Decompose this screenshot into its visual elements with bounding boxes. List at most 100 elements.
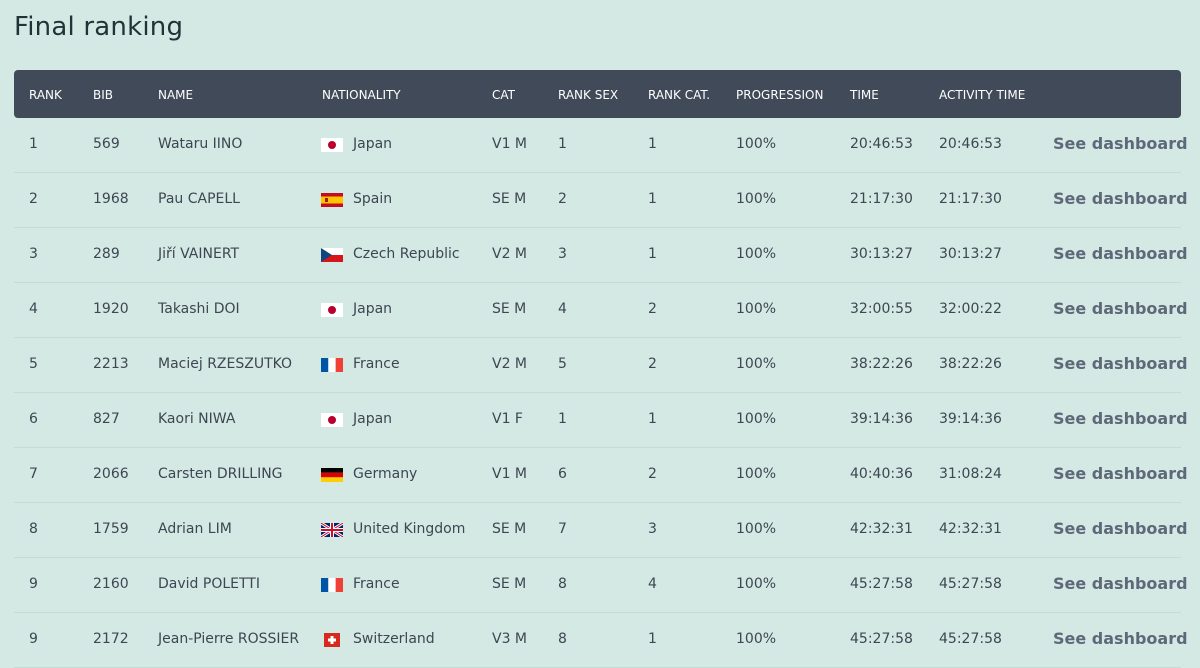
progression-cell: 100% [736,301,777,317]
ranking-table: RANK BIB NAME NATIONALITY CAT RANK SEX R… [14,70,1188,668]
bib-cell: 2160 [93,576,129,592]
see-dashboard-link[interactable]: See dashboard [1053,464,1188,483]
category-cell: V1 M [492,466,528,482]
bib-cell: 827 [93,411,120,427]
header-time[interactable]: TIME [850,88,879,102]
rank-cat-cell: 3 [648,521,657,537]
table-row: 8 1759 Adrian LIM United Kingdom SE M 7 3 100% 4… [14,503,1188,558]
category-cell: V2 M [492,246,528,262]
runner-name-cell: Jean-Pierre ROSSIER [158,631,300,647]
rank-cell: 8 [29,521,38,537]
progression-cell: 100% [736,411,777,427]
rank-sex-cell: 7 [558,521,567,537]
rank-cat-cell: 1 [648,191,657,207]
rank-cat-cell: 1 [648,136,657,152]
rank-sex-cell: 8 [558,576,567,592]
category-cell: V1 M [492,136,528,152]
see-dashboard-link[interactable]: See dashboard [1053,299,1188,318]
header-progression[interactable]: PROGRESSION [736,88,823,102]
header-bib[interactable]: BIB [93,88,113,102]
time-cell: 39:14:36 [850,411,913,427]
see-dashboard-link[interactable]: See dashboard [1053,244,1188,263]
time-cell: 20:46:53 [850,136,913,152]
see-dashboard-link[interactable]: See dashboard [1053,354,1188,373]
progression-cell: 100% [736,576,777,592]
header-rank-cat[interactable]: RANK CAT. [648,88,710,102]
rank-sex-cell: 1 [558,136,567,152]
nationality-cell: Switzerland [353,631,435,647]
progression-cell: 100% [736,191,777,207]
rank-cell: 2 [29,191,38,207]
table-row: 7 2066 Carsten DRILLING Germany V1 M 6 2 100% 40… [14,448,1188,503]
bib-cell: 1759 [93,521,129,537]
runner-name-cell: Kaori NIWA [158,411,236,427]
see-dashboard-link[interactable]: See dashboard [1053,629,1188,648]
rank-sex-cell: 1 [558,411,567,427]
japan-flag-icon [321,303,343,317]
rank-sex-cell: 6 [558,466,567,482]
activity-time-cell: 39:14:36 [939,411,1002,427]
activity-time-cell: 31:08:24 [939,466,1002,482]
nationality-cell: Germany [353,466,418,482]
runner-name-cell: Adrian LIM [158,521,232,537]
runner-name-cell: Pau CAPELL [158,191,240,207]
see-dashboard-link[interactable]: See dashboard [1053,519,1188,538]
bib-cell: 2066 [93,466,129,482]
runner-name-cell: Maciej RZESZUTKO [158,356,293,372]
see-dashboard-link[interactable]: See dashboard [1053,134,1188,153]
category-cell: SE M [492,576,527,592]
activity-time-cell: 45:27:58 [939,576,1002,592]
time-cell: 45:27:58 [850,631,913,647]
bib-cell: 1968 [93,191,129,207]
time-cell: 32:00:55 [850,301,913,317]
see-dashboard-link[interactable]: See dashboard [1053,409,1188,428]
rank-sex-cell: 5 [558,356,567,372]
table-row: 4 1920 Takashi DOI Japan SE M 4 2 100% 32:00:55 3… [14,283,1188,338]
runner-name-cell: David POLETTI [158,576,260,592]
czech-flag-icon [321,248,343,262]
activity-time-cell: 21:17:30 [939,191,1002,207]
nationality-cell: Japan [353,411,393,427]
category-cell: V3 M [492,631,528,647]
bib-cell: 289 [93,246,120,262]
rank-cat-cell: 1 [648,631,657,647]
progression-cell: 100% [736,136,777,152]
progression-cell: 100% [736,631,777,647]
nationality-cell: Czech Republic [353,246,460,262]
time-cell: 42:32:31 [850,521,913,537]
rank-cell: 9 [29,631,38,647]
rank-cat-cell: 1 [648,411,657,427]
rank-cat-cell: 2 [648,466,657,482]
category-cell: V2 M [492,356,528,372]
category-cell: SE M [492,521,527,537]
time-cell: 21:17:30 [850,191,913,207]
header-cat[interactable]: CAT [492,88,515,102]
see-dashboard-link[interactable]: See dashboard [1053,189,1188,208]
activity-time-cell: 20:46:53 [939,136,1002,152]
progression-cell: 100% [736,521,777,537]
progression-cell: 100% [736,246,777,262]
table-row: 3 289 Jiří VAINERT Czech Republic V2 M 3 1 100%… [14,228,1188,283]
france-flag-icon [321,358,343,372]
header-name[interactable]: NAME [158,88,193,102]
nationality-cell: Japan [353,136,393,152]
time-cell: 38:22:26 [850,356,913,372]
spain-flag-icon [321,193,343,207]
nationality-cell: Spain [353,191,393,207]
nationality-cell: Japan [353,301,393,317]
france-flag-icon [321,578,343,592]
see-dashboard-link[interactable]: See dashboard [1053,574,1188,593]
runner-name-cell: Wataru IINO [158,136,243,152]
header-activity-time[interactable]: ACTIVITY TIME [939,88,1025,102]
time-cell: 45:27:58 [850,576,913,592]
category-cell: SE M [492,191,527,207]
header-nationality[interactable]: NATIONALITY [322,88,401,102]
activity-time-cell: 30:13:27 [939,246,1002,262]
japan-flag-icon [321,413,343,427]
switzerland-flag-icon [321,633,343,647]
rank-sex-cell: 2 [558,191,567,207]
header-rank-sex[interactable]: RANK SEX [558,88,618,102]
rank-cat-cell: 2 [648,301,657,317]
header-rank[interactable]: RANK [29,88,62,102]
category-cell: SE M [492,301,527,317]
